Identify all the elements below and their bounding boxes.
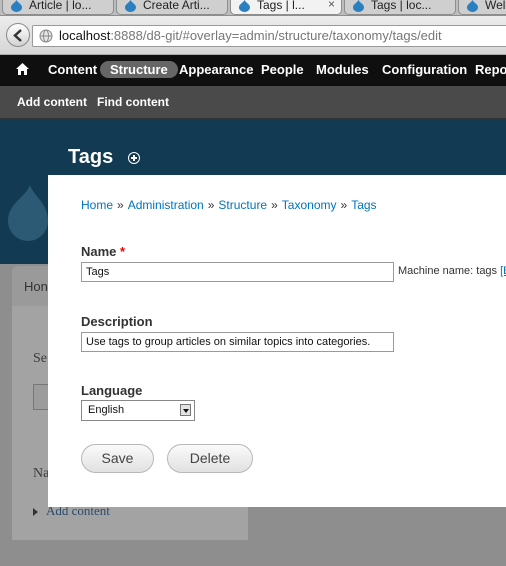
background-text: Se (33, 351, 47, 366)
toolbar-appearance[interactable]: Appearance (179, 62, 253, 77)
description-label: Description (81, 314, 153, 329)
browser-tab-label: Tags | loc... (371, 0, 432, 12)
toolbar-reports[interactable]: Repor (475, 62, 506, 77)
breadcrumb-structure[interactable]: Structure (218, 198, 267, 212)
shortcut-add-content[interactable]: Add content (17, 95, 87, 109)
name-label: Name * (81, 244, 126, 259)
browser-tab-create-article[interactable]: Create Arti... (116, 0, 228, 15)
drupal-favicon-icon (239, 0, 250, 12)
home-icon[interactable] (16, 63, 29, 75)
drupal-favicon-icon (467, 0, 478, 12)
toolbar-people[interactable]: People (261, 62, 304, 77)
browser-tab-tags[interactable]: Tags | loc... (344, 0, 456, 15)
collapse-arrow-icon (33, 508, 38, 516)
save-button[interactable]: Save (81, 444, 154, 473)
background-text: Na (33, 466, 50, 481)
admin-toolbar: Content Structure Appearance People Modu… (0, 55, 506, 86)
browser-navigation-bar: localhost:8888/d8-git/#overlay=admin/str… (0, 16, 506, 55)
language-selected-value: English (88, 404, 125, 416)
language-select[interactable]: English (81, 400, 195, 421)
browser-tab-welcome[interactable]: Wel (458, 0, 506, 15)
browser-tab-strip: Article | lo... Create Arti... Tags | l.… (0, 0, 506, 16)
description-input[interactable]: Use tags to group articles on similar to… (81, 332, 394, 352)
globe-icon (39, 29, 53, 43)
drupal-favicon-icon (11, 0, 22, 12)
toolbar-modules[interactable]: Modules (316, 62, 369, 77)
delete-button[interactable]: Delete (167, 444, 253, 473)
shortcut-find-content[interactable]: Find content (97, 95, 169, 109)
breadcrumb-taxonomy[interactable]: Taxonomy (282, 198, 337, 212)
required-marker: * (120, 244, 126, 259)
breadcrumb-home[interactable]: Home (81, 198, 113, 212)
drupal-favicon-icon (125, 0, 136, 12)
breadcrumb-tags[interactable]: Tags (351, 198, 376, 212)
toolbar-configuration[interactable]: Configuration (382, 62, 467, 77)
browser-tab-article[interactable]: Article | lo... (2, 0, 114, 15)
background-home-tab: Hon (12, 266, 48, 306)
toolbar-structure[interactable]: Structure (100, 61, 178, 78)
browser-tab-label: Article | lo... (29, 0, 92, 12)
breadcrumb-administration[interactable]: Administration (128, 198, 204, 212)
page-title: Tags (68, 146, 114, 168)
browser-tab-label: Create Arti... (143, 0, 210, 12)
back-arrow-icon (13, 29, 22, 42)
drupal-favicon-icon (353, 0, 364, 12)
url-text: localhost:8888/d8-git/#overlay=admin/str… (59, 28, 442, 43)
edit-vocabulary-overlay: Home» Administration» Structure» Taxonomy» T… (48, 175, 506, 507)
close-tab-icon[interactable]: × (328, 0, 335, 10)
url-bar[interactable]: localhost:8888/d8-git/#overlay=admin/str… (32, 25, 506, 47)
toolbar-content[interactable]: Content (48, 62, 97, 77)
shortcuts-bar: Add content Find content (0, 86, 506, 119)
name-input[interactable]: Tags (81, 262, 394, 282)
machine-name-edit-link[interactable]: [E (500, 265, 506, 277)
machine-name: Machine name: tags [E (398, 265, 506, 277)
breadcrumb: Home» Administration» Structure» Taxonomy» T… (81, 198, 377, 212)
browser-tab-tags-active[interactable]: Tags | l... × (230, 0, 342, 15)
language-label: Language (81, 383, 143, 398)
browser-tab-label: Tags | l... (257, 0, 305, 12)
drupal-logo-icon (8, 185, 48, 241)
background-input (33, 384, 49, 410)
browser-tab-label: Wel (485, 0, 506, 12)
add-shortcut-icon[interactable] (128, 152, 140, 164)
dropdown-arrow-icon (180, 404, 191, 416)
back-button[interactable] (6, 23, 30, 47)
